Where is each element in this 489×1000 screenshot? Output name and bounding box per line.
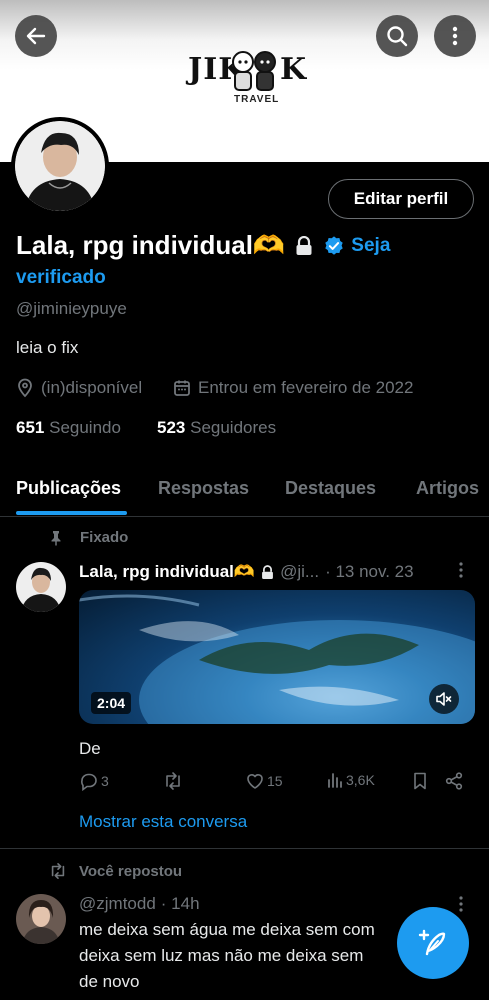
profile-avatar[interactable] — [11, 117, 109, 215]
followers-count: 523 — [157, 418, 186, 437]
calendar-icon — [174, 380, 190, 396]
search-button[interactable] — [376, 15, 418, 57]
avatar-portrait-icon — [15, 121, 105, 211]
tweet-actions: 3 15 3,6K — [79, 771, 469, 795]
reposted-tweet-line-1: me deixa sem água me deixa sem com — [79, 920, 375, 939]
tweet-author-handle[interactable]: @ji... — [280, 562, 319, 582]
repost-label: Você repostou — [79, 862, 183, 880]
tweet-text: De — [79, 739, 101, 758]
repost-indicator: Você repostou — [48, 862, 182, 880]
avatar-portrait-icon — [16, 562, 66, 612]
reposted-author-handle[interactable]: @zjmtodd — [79, 894, 156, 914]
reply-button[interactable]: 3 — [79, 771, 109, 791]
reply-icon — [81, 773, 97, 791]
get-verified-link[interactable]: Seja — [351, 235, 390, 257]
logo-figures-icon — [232, 51, 276, 91]
following-link[interactable]: 651 Seguindo — [16, 418, 121, 438]
following-count: 651 — [16, 418, 45, 437]
tweet-author-avatar[interactable] — [16, 562, 66, 612]
tweet-video[interactable]: 2:04 — [79, 590, 475, 724]
get-verified-link-continued[interactable]: verificado — [16, 267, 106, 289]
search-icon — [387, 26, 408, 47]
logo-text-right: K — [280, 52, 308, 87]
views-chart-icon — [328, 773, 342, 788]
more-options-button[interactable] — [434, 15, 476, 57]
tab-respostas[interactable]: Respostas — [158, 478, 249, 499]
profile-join-date: Entrou em fevereiro de 2022 — [173, 378, 413, 398]
video-earth-thumbnail — [79, 594, 475, 724]
share-button[interactable] — [444, 771, 464, 791]
share-icon — [445, 772, 463, 790]
reposted-tweet-more-button[interactable] — [458, 894, 464, 920]
reposted-tweet-line-3: de novo — [79, 972, 140, 991]
bookmark-icon — [414, 772, 426, 790]
back-arrow-icon — [26, 27, 46, 45]
retweet-icon — [166, 772, 180, 790]
join-date-text: Entrou em fevereiro de 2022 — [198, 378, 414, 397]
reposted-tweet-header: @zjmtodd · 14h — [79, 894, 200, 914]
pin-icon — [51, 530, 61, 545]
more-vertical-icon — [459, 896, 463, 912]
profile-handle: @jiminieypuye — [16, 299, 127, 318]
reposted-author-avatar[interactable] — [16, 894, 66, 944]
logo-subtitle: TRAVEL — [234, 94, 280, 105]
pinned-tweet-header: Lala, rpg individual🫶 @ji... · 13 nov. 2… — [79, 562, 414, 582]
pinned-indicator: Fixado — [48, 529, 128, 546]
location-pin-icon — [18, 378, 32, 398]
profile-location: (in)disponível — [16, 378, 142, 398]
show-conversation-link[interactable]: Mostrar esta conversa — [79, 812, 247, 832]
bookmark-button[interactable] — [411, 771, 429, 791]
views-button[interactable]: 3,6K — [326, 771, 375, 789]
more-vertical-icon — [452, 26, 458, 46]
location-text: (in)disponível — [41, 378, 143, 397]
pinned-label: Fixado — [80, 529, 129, 546]
like-count: 15 — [267, 773, 283, 789]
avatar-portrait-icon — [16, 894, 66, 944]
profile-name-row: Lala, rpg individual🫶 Seja — [16, 230, 390, 261]
mute-button[interactable] — [429, 684, 459, 714]
tweet-divider — [0, 848, 489, 849]
verified-badge-icon[interactable] — [323, 235, 345, 257]
followers-link[interactable]: 523 Seguidores — [157, 418, 276, 438]
back-button[interactable] — [15, 15, 57, 57]
heart-icon — [247, 774, 263, 789]
tab-destaques[interactable]: Destaques — [285, 478, 376, 499]
tweet-date[interactable]: · 13 nov. 23 — [325, 562, 414, 582]
retweet-button[interactable] — [162, 771, 184, 791]
more-vertical-icon — [459, 562, 463, 578]
profile-tabs: Publicações Respostas Destaques Artigos — [0, 468, 489, 517]
compose-feather-icon — [418, 929, 446, 956]
speaker-muted-icon — [436, 692, 452, 706]
reply-count: 3 — [101, 773, 109, 789]
reposted-tweet-time[interactable]: · 14h — [161, 894, 200, 914]
reposted-tweet-line-2: deixa sem luz mas não me deixa sem — [79, 946, 364, 965]
tweet-author-name[interactable]: Lala, rpg individual🫶 — [79, 562, 255, 582]
tweet-more-button[interactable] — [458, 560, 464, 586]
active-tab-indicator — [16, 511, 127, 515]
like-button[interactable]: 15 — [245, 771, 283, 791]
tab-artigos[interactable]: Artigos — [416, 478, 479, 499]
retweet-icon — [51, 862, 65, 880]
banner-logo: JIK K TRAVEL — [186, 44, 306, 112]
profile-name: Lala, rpg individual🫶 — [16, 230, 286, 260]
video-duration: 2:04 — [91, 692, 132, 714]
tab-publicacoes[interactable]: Publicações — [16, 478, 121, 499]
compose-tweet-button[interactable] — [397, 907, 469, 979]
views-count: 3,6K — [346, 772, 375, 788]
edit-profile-button[interactable]: Editar perfil — [328, 179, 474, 219]
followers-label: Seguidores — [190, 418, 277, 437]
lock-icon — [262, 564, 273, 579]
profile-bio: leia o fix — [16, 338, 79, 357]
following-label: Seguindo — [49, 418, 121, 437]
lock-icon — [296, 235, 312, 255]
